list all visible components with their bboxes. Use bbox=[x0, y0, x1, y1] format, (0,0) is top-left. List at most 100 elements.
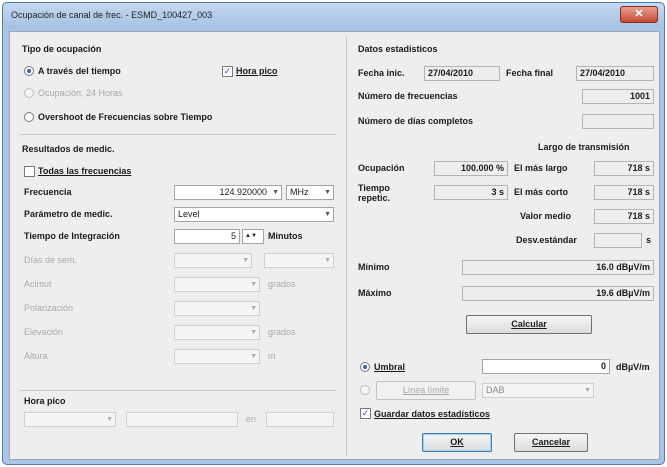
desv-estandar-field bbox=[594, 233, 642, 248]
fecha-final-field: 27/04/2010 bbox=[576, 66, 654, 81]
minimo-field: 16.0 dBµV/m bbox=[462, 260, 654, 275]
resultados-heading: Resultados de medic. bbox=[22, 144, 115, 154]
valor-medio-value: 718 s bbox=[627, 211, 650, 221]
ok-button[interactable]: OK bbox=[422, 433, 492, 452]
altura-unit: m bbox=[268, 351, 276, 361]
guardar-datos-checkbox[interactable]: ✓ bbox=[360, 408, 371, 419]
dialog-window: Ocupación de canal de frec. - ESMD_10042… bbox=[2, 2, 665, 465]
num-frecuencias-label: Número de frecuencias bbox=[358, 91, 458, 101]
fecha-inic-label: Fecha inic. bbox=[358, 68, 405, 78]
calcular-button-label: Calcular bbox=[511, 319, 547, 329]
tipo-heading: Tipo de ocupación bbox=[22, 44, 102, 54]
minimo-value: 16.0 dBµV/m bbox=[596, 262, 650, 272]
opt-overshoot-label[interactable]: Overshoot de Frecuencias sobre Tiempo bbox=[38, 112, 212, 122]
ocupacion-label: Ocupación bbox=[358, 163, 405, 173]
chevron-down-icon: ▼ bbox=[250, 353, 257, 360]
elevacion-select: ▼ bbox=[174, 325, 260, 340]
chevron-down-icon: ▼ bbox=[324, 189, 331, 196]
mas-corto-label: El más corto bbox=[514, 187, 569, 197]
desv-estandar-label: Desv.estándar bbox=[516, 235, 577, 245]
minutos-unit: Minutos bbox=[268, 231, 303, 241]
mas-largo-value: 718 s bbox=[627, 163, 650, 173]
hora-pico-from-field bbox=[126, 412, 238, 427]
tiempo-repetic-label-2: repetic. bbox=[358, 193, 391, 203]
num-dias-field bbox=[582, 114, 654, 129]
chevron-down-icon: ▼ bbox=[250, 305, 257, 312]
hora-pico-en: en bbox=[246, 414, 257, 424]
linea-limite-label: Línea límite bbox=[402, 385, 450, 395]
ocupacion-field: 100.000 % bbox=[434, 161, 508, 176]
guardar-datos-label[interactable]: Guardar datos estadísticos bbox=[374, 409, 490, 419]
column-divider bbox=[346, 36, 347, 456]
umbral-value: 0 bbox=[600, 361, 606, 371]
tiempo-repetic-value: 3 s bbox=[491, 187, 504, 197]
frecuencia-value: 124.920000 bbox=[219, 187, 267, 197]
todas-frecuencias-label[interactable]: Todas las frecuencias bbox=[38, 166, 131, 176]
opt-a-traves-tiempo-label[interactable]: A través del tiempo bbox=[38, 66, 121, 76]
chevron-down-icon: ▼ bbox=[272, 189, 279, 196]
dias-semana-label: Días de sem. bbox=[24, 255, 78, 265]
frecuencia-select[interactable]: 124.920000 ▼ bbox=[174, 185, 282, 200]
tiempo-repetic-field: 3 s bbox=[434, 185, 508, 200]
title-bar[interactable]: Ocupación de canal de frec. - ESMD_10042… bbox=[3, 3, 664, 29]
calcular-button[interactable]: Calcular bbox=[466, 315, 592, 334]
left-divider-1 bbox=[20, 134, 336, 135]
radio-a-traves-tiempo[interactable] bbox=[24, 66, 34, 76]
umbral-label[interactable]: Umbral bbox=[374, 362, 405, 372]
tiempo-integracion-label: Tiempo de Integración bbox=[24, 231, 120, 241]
maximo-value: 19.6 dBµV/m bbox=[596, 288, 650, 298]
hora-pico-heading: Hora pico bbox=[24, 396, 66, 406]
fecha-final-label: Fecha final bbox=[506, 68, 554, 78]
radio-overshoot[interactable] bbox=[24, 112, 34, 122]
window-title: Ocupación de canal de frec. - ESMD_10042… bbox=[11, 10, 213, 20]
hora-pico-checkbox[interactable]: ✓ bbox=[222, 66, 233, 77]
hora-pico-to-field bbox=[266, 412, 334, 427]
frecuencia-label: Frecuencia bbox=[24, 187, 72, 197]
acimut-label: Acimut bbox=[24, 279, 52, 289]
chevron-down-icon: ▼ bbox=[250, 281, 257, 288]
frecuencia-unit-value: MHz bbox=[290, 187, 309, 197]
tiempo-integracion-spinner[interactable]: ▲▼ bbox=[242, 229, 264, 244]
frecuencia-unit-select[interactable]: MHz ▼ bbox=[286, 185, 334, 200]
todas-frecuencias-checkbox[interactable] bbox=[24, 166, 35, 177]
linea-limite-button: Línea límite bbox=[376, 381, 476, 400]
datos-heading: Datos estadísticos bbox=[358, 44, 438, 54]
dab-select: DAB ▼ bbox=[482, 383, 594, 398]
polarizacion-select: ▼ bbox=[174, 301, 260, 316]
fecha-final-value: 27/04/2010 bbox=[580, 68, 626, 78]
chevron-down-icon: ▼ bbox=[250, 329, 257, 336]
acimut-select: ▼ bbox=[174, 277, 260, 292]
cancelar-button-label: Cancelar bbox=[531, 437, 571, 447]
left-divider-2 bbox=[20, 390, 336, 391]
tiempo-repetic-label-1: Tiempo bbox=[358, 183, 390, 193]
chevron-down-icon: ▼ bbox=[584, 387, 591, 394]
opt-ocupacion-24h-label: Ocupación, 24 Horas bbox=[38, 88, 123, 98]
fecha-inic-field: 27/04/2010 bbox=[424, 66, 500, 81]
chevron-down-icon: ▼ bbox=[324, 257, 331, 264]
radio-ocupacion-24h bbox=[24, 88, 34, 98]
num-dias-label: Número de días completos bbox=[358, 116, 474, 126]
mas-corto-field: 718 s bbox=[594, 185, 654, 200]
mas-corto-value: 718 s bbox=[627, 187, 650, 197]
desv-estandar-unit: s bbox=[646, 235, 652, 245]
num-frecuencias-value: 1001 bbox=[629, 91, 650, 101]
mas-largo-field: 718 s bbox=[594, 161, 654, 176]
cancelar-button[interactable]: Cancelar bbox=[514, 433, 588, 452]
parametro-select[interactable]: Level ▼ bbox=[174, 207, 334, 222]
radio-umbral[interactable] bbox=[360, 362, 370, 372]
largo-transmision-heading: Largo de transmisión bbox=[538, 142, 630, 152]
umbral-input[interactable]: 0 bbox=[482, 359, 610, 374]
dab-value: DAB bbox=[486, 385, 505, 395]
num-frecuencias-field: 1001 bbox=[582, 89, 654, 104]
parametro-label: Parámetro de medic. bbox=[24, 209, 113, 219]
ok-button-label: OK bbox=[450, 437, 464, 447]
maximo-field: 19.6 dBµV/m bbox=[462, 286, 654, 301]
parametro-value: Level bbox=[178, 209, 200, 219]
polarizacion-label: Polarización bbox=[24, 303, 74, 313]
elevacion-unit: grados bbox=[268, 327, 296, 337]
close-button[interactable]: ✕ bbox=[620, 6, 658, 23]
tiempo-integracion-input[interactable]: 5 bbox=[174, 229, 240, 244]
umbral-unit: dBµV/m bbox=[616, 362, 650, 372]
valor-medio-label: Valor medio bbox=[520, 211, 572, 221]
hora-pico-check-label[interactable]: Hora pico bbox=[236, 66, 278, 76]
